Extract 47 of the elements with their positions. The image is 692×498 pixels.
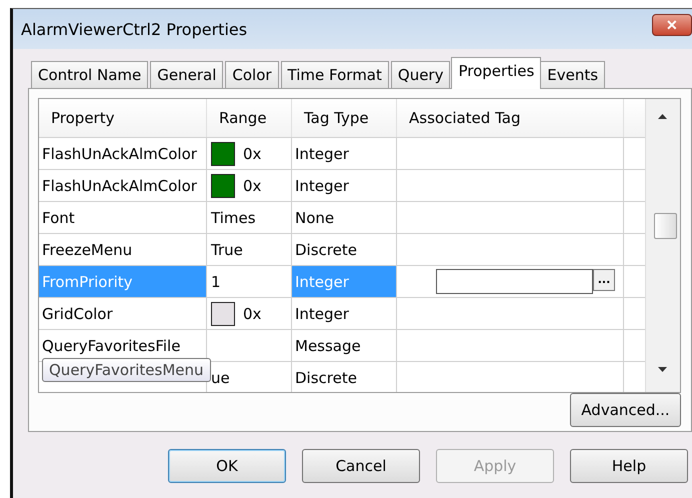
color-swatch[interactable] xyxy=(211,302,235,326)
color-swatch[interactable] xyxy=(211,174,235,198)
table-cell: FromPriority xyxy=(39,266,207,297)
table-cell: Times xyxy=(211,208,256,226)
tab[interactable]: Properties xyxy=(451,57,542,89)
table-cell: Font xyxy=(39,202,207,233)
tag-input-field[interactable] xyxy=(436,269,593,294)
table-cell: Integer xyxy=(292,138,397,169)
table-cell: 0x xyxy=(243,304,262,322)
table-cell: GridColor xyxy=(39,298,207,329)
table-cell: True xyxy=(211,240,243,258)
table-cell: Integer xyxy=(292,170,397,201)
column-header[interactable]: Property xyxy=(39,99,207,137)
table-cell: FlashUnAckAlmColor xyxy=(39,138,207,169)
dialog-button[interactable]: Cancel xyxy=(302,449,420,483)
table-cell: Integer xyxy=(292,266,397,297)
table-cell: Integer xyxy=(292,298,397,329)
browse-button[interactable]: ... xyxy=(593,269,615,291)
tab[interactable]: Control Name xyxy=(31,61,148,88)
table-cell: 1 xyxy=(211,272,221,290)
scrollbar[interactable] xyxy=(645,99,680,392)
tab[interactable]: Events xyxy=(540,61,606,88)
scroll-down-icon[interactable] xyxy=(658,367,667,372)
scroll-thumb[interactable] xyxy=(654,213,677,239)
color-swatch[interactable] xyxy=(211,142,235,166)
table-cell: FreezeMenu xyxy=(39,234,207,265)
advanced-button[interactable]: Advanced... xyxy=(570,393,681,427)
tab[interactable]: Query xyxy=(390,61,450,88)
table-cell: 0x xyxy=(243,176,262,194)
column-header[interactable]: Range xyxy=(207,99,292,137)
table-cell: FlashUnAckAlmColor xyxy=(39,170,207,201)
tab[interactable]: General xyxy=(150,61,224,88)
column-header[interactable]: Associated Tag xyxy=(397,99,624,137)
table-cell: 0x xyxy=(243,144,262,162)
tab[interactable]: Color xyxy=(225,61,279,88)
scroll-up-icon[interactable] xyxy=(658,114,667,119)
table-cell: Message xyxy=(292,330,397,361)
table-cell: ue xyxy=(211,368,230,386)
table-cell: Discrete xyxy=(292,362,397,392)
table-cell: None xyxy=(292,202,397,233)
table-cell: Discrete xyxy=(292,234,397,265)
tab[interactable]: Time Format xyxy=(280,61,389,88)
window-title: AlarmViewerCtrl2 Properties xyxy=(21,20,248,38)
dialog-button[interactable]: Help xyxy=(570,449,688,483)
tooltip: QueryFavoritesMenu xyxy=(42,358,211,382)
column-header[interactable]: Tag Type xyxy=(292,99,397,137)
dialog-button[interactable]: OK xyxy=(168,449,286,483)
